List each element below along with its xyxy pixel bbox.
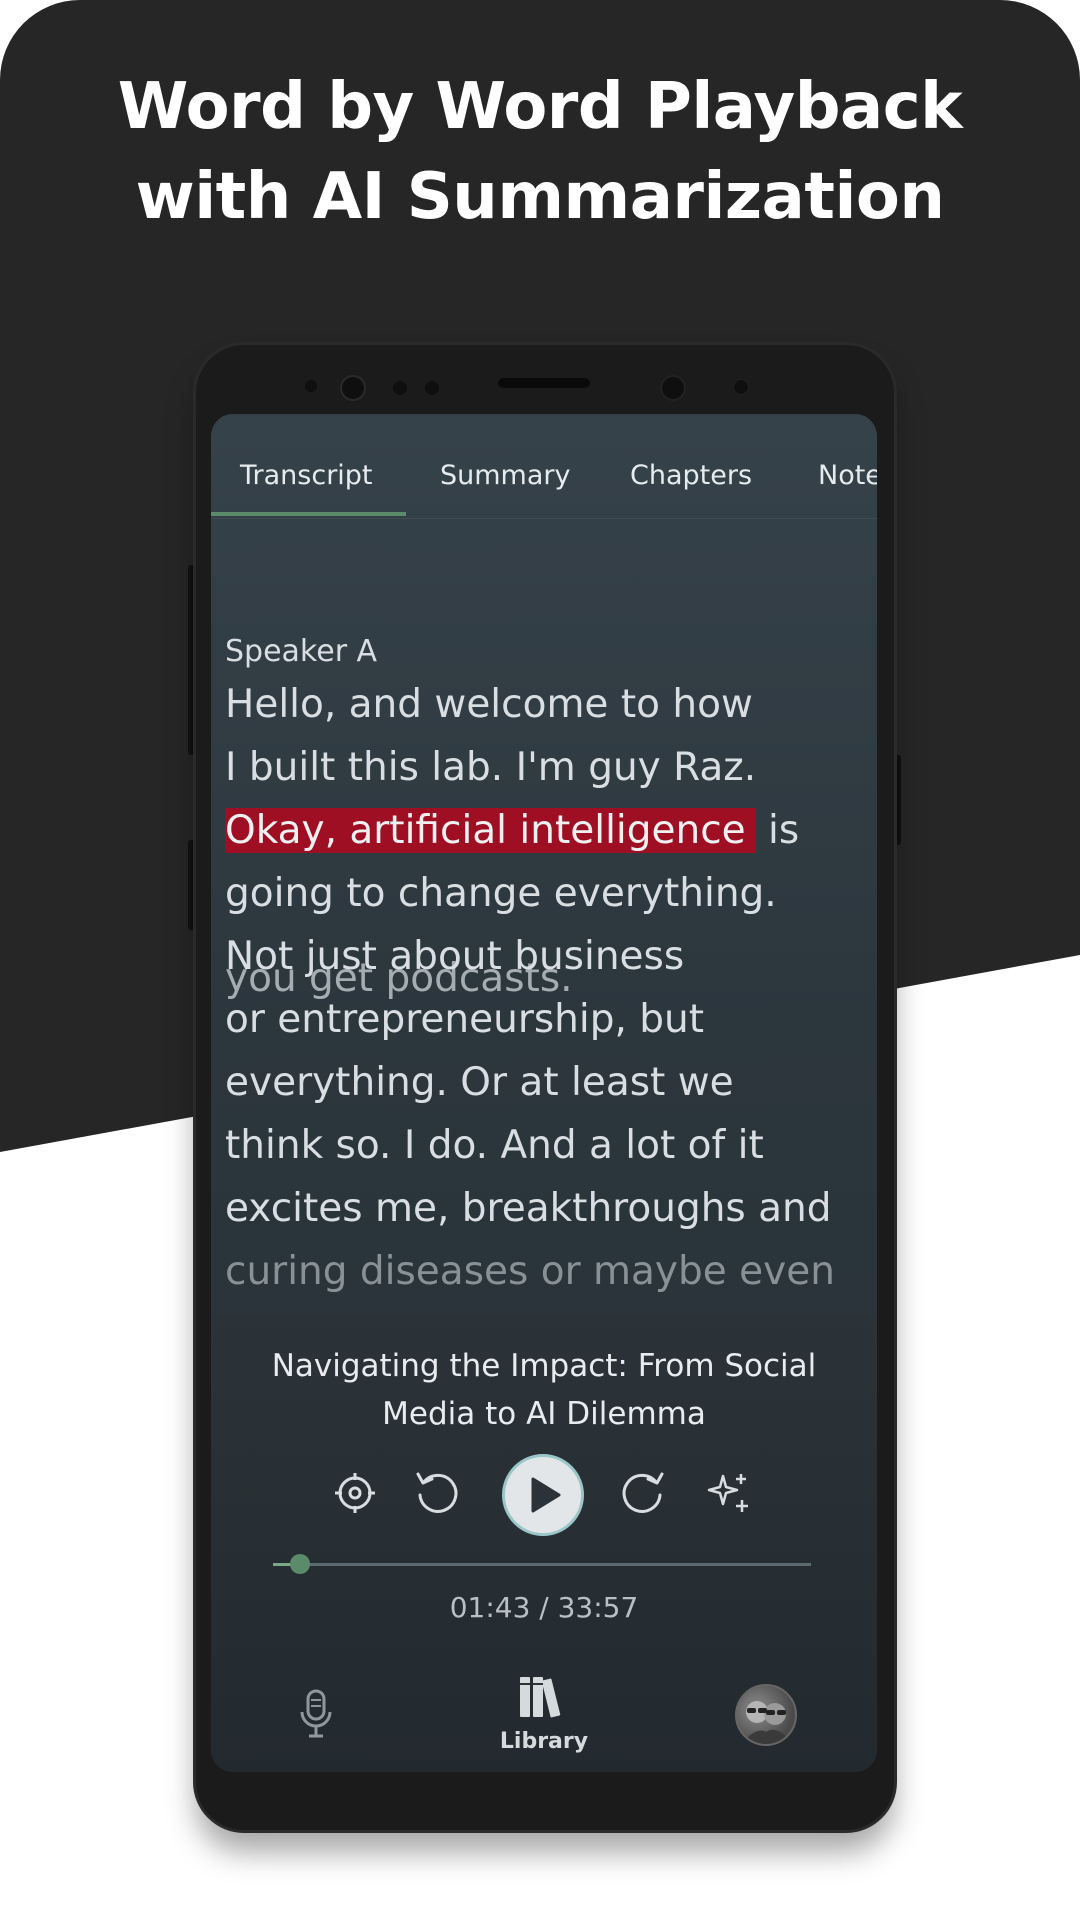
transcript-text: is [755,808,800,853]
transcript-line[interactable]: going to change everything. [225,871,777,916]
app-screen: Transcript Summary Chapters Note you get… [211,414,877,1772]
transcript-line[interactable]: think so. I do. And a lot of it [225,1123,764,1168]
avatar-photo [741,1701,793,1744]
transcript-line[interactable]: Not just about business [225,934,684,979]
forward-icon[interactable] [618,1468,668,1518]
episode-title-line-1: Navigating the Impact: From Social [271,1348,817,1384]
transcript-line[interactable]: curing diseases or maybe even [225,1249,835,1294]
tab-transcript[interactable]: Transcript [240,460,373,491]
sparkle-icon[interactable] [705,1470,753,1518]
proximity-sensor [660,375,686,401]
transcript-line[interactable]: I built this lab. I'm guy Raz. [225,745,756,790]
headline-line-1: Word by Word Playback [117,70,963,144]
sensor-dot [305,380,317,392]
play-icon [531,1477,561,1513]
target-icon[interactable] [332,1470,378,1516]
transcript-line-current[interactable]: Okay, artificial intelligence is [225,808,799,853]
transcript-line[interactable]: or entrepreneurship, but [225,997,704,1042]
nav-library-label: Library [499,1729,589,1754]
speaker-label: Speaker A [225,634,378,669]
tab-summary[interactable]: Summary [440,460,570,491]
highlighted-word-span: Okay, artificial intelligence [225,808,756,853]
phone-side-button [188,840,196,930]
sensor-dot [393,381,407,395]
phone-power-button [893,755,901,845]
progress-knob[interactable] [289,1554,310,1574]
progress-track[interactable] [273,1563,811,1566]
library-icon [520,1677,561,1718]
tab-bar: Transcript Summary Chapters Note [211,414,877,519]
episode-title: Navigating the Impact: From Social Media… [211,1342,877,1438]
microphone-icon[interactable] [298,1688,334,1740]
transcript-line[interactable]: excites me, breakthroughs and [225,1186,832,1231]
earpiece-speaker [498,378,590,388]
transcript-line[interactable]: Hello, and welcome to how [225,682,753,727]
play-button[interactable] [502,1454,584,1536]
active-tab-indicator [211,512,406,516]
sensor-dot [733,379,749,395]
episode-title-line-2: Media to AI Dilemma [382,1396,706,1432]
headline: Word by Word Playback with AI Summarizat… [0,62,1080,242]
tab-notes[interactable]: Note [818,460,877,491]
sensor-dot [425,381,439,395]
player-panel: Navigating the Impact: From Social Media… [211,1314,877,1772]
nav-library[interactable]: Library [444,1659,644,1772]
phone-volume-button [188,565,196,755]
headline-line-2: with AI Summarization [135,160,945,234]
rewind-icon[interactable] [412,1468,462,1518]
profile-avatar[interactable] [735,1684,797,1746]
time-display: 01:43 / 33:57 [449,1591,639,1624]
front-camera [340,375,366,401]
bottom-nav: Library [211,1659,877,1772]
tab-chapters[interactable]: Chapters [630,460,752,491]
transcript-line[interactable]: everything. Or at least we [225,1060,734,1105]
